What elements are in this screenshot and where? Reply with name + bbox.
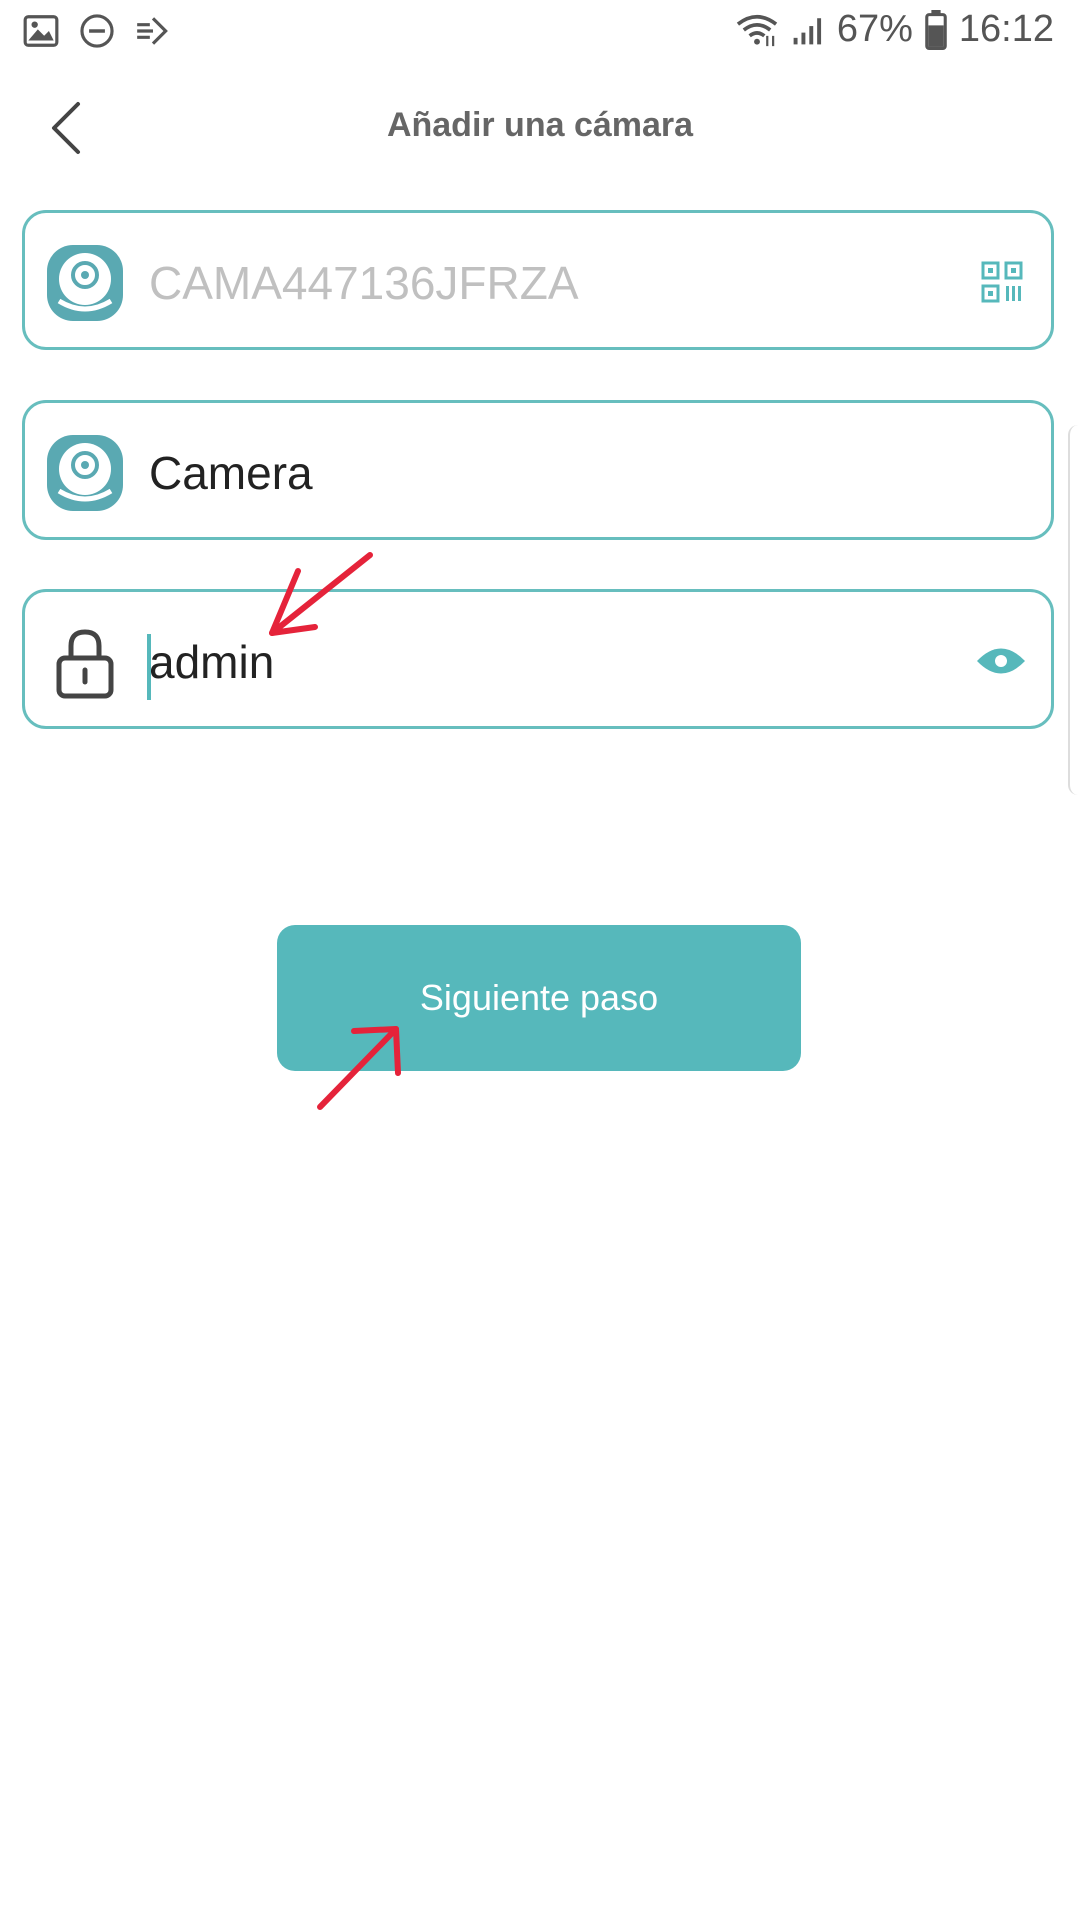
clock: 16:12 bbox=[958, 8, 1054, 50]
device-id-field[interactable] bbox=[22, 210, 1054, 350]
camera-logo-icon bbox=[47, 435, 123, 511]
eye-icon[interactable] bbox=[975, 644, 1027, 678]
signal-icon bbox=[793, 17, 821, 44]
device-id-input[interactable] bbox=[149, 241, 889, 325]
scroll-indicator bbox=[1068, 425, 1080, 795]
status-bar: 67% 16:12 bbox=[0, 0, 1080, 64]
qr-code-icon[interactable] bbox=[981, 261, 1023, 303]
annotation-arrow-icon bbox=[317, 1026, 401, 1110]
gallery-icon bbox=[23, 15, 59, 47]
status-right: 67% 16:12 bbox=[735, 8, 1054, 51]
do-not-disturb-icon bbox=[80, 14, 114, 48]
camera-name-input[interactable] bbox=[149, 431, 889, 515]
camera-logo-icon bbox=[47, 245, 123, 321]
battery-icon bbox=[925, 9, 947, 50]
camera-name-field[interactable] bbox=[22, 400, 1054, 540]
status-left-icons bbox=[22, 12, 172, 50]
battery-percent: 67% bbox=[836, 8, 913, 50]
header: Añadir una cámara bbox=[0, 80, 1080, 180]
lock-icon bbox=[56, 629, 114, 699]
annotation-arrow-icon bbox=[269, 552, 373, 636]
page-title: Añadir una cámara bbox=[386, 106, 694, 144]
password-field[interactable] bbox=[22, 589, 1054, 729]
cast-icon bbox=[137, 17, 168, 45]
wifi-icon bbox=[736, 14, 778, 46]
